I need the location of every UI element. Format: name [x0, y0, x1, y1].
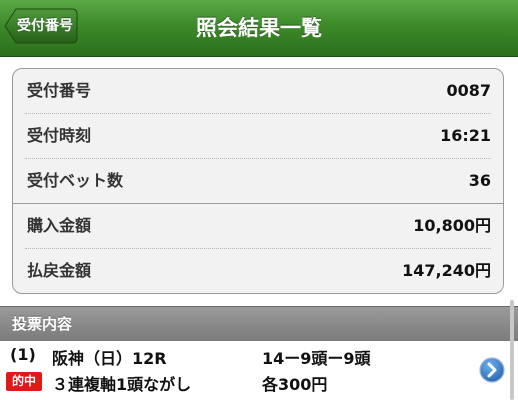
- scrollbar[interactable]: [510, 300, 514, 400]
- summary-row-receipt-number: 受付番号 0087: [27, 69, 491, 113]
- summary-label: 受付時刻: [27, 126, 92, 145]
- summary-label: 受付番号: [27, 81, 92, 100]
- page-title: 照会結果一覧: [196, 16, 322, 40]
- summary-row-receipt-time: 受付時刻 16:21: [27, 114, 491, 158]
- summary-value: 36: [468, 171, 491, 190]
- hit-badge: 的中: [6, 372, 42, 391]
- vote-amount: 各300円: [262, 375, 328, 394]
- summary-value: 10,800円: [413, 216, 491, 235]
- vote-section-header: 投票内容: [0, 306, 518, 342]
- vote-index: (1): [10, 345, 36, 364]
- summary-label: 払戻金額: [27, 261, 92, 280]
- summary-value: 0087: [446, 81, 491, 100]
- summary-row-payout-amount: 払戻金額 147,240円: [27, 249, 491, 293]
- vote-list-item[interactable]: (1) 阪神（日）12R 14ー9頭ー9頭 的中 ３連複軸1頭ながし 各300円: [0, 341, 518, 400]
- chevron-right-circle-icon[interactable]: [479, 357, 505, 383]
- summary-panel: 受付番号 0087 受付時刻 16:21 受付ベット数 36 購入金額 10,8…: [12, 68, 504, 294]
- summary-label: 購入金額: [27, 216, 92, 235]
- summary-row-bet-count: 受付ベット数 36: [27, 159, 491, 203]
- summary-label: 受付ベット数: [27, 171, 124, 190]
- vote-combination: 14ー9頭ー9頭: [262, 349, 371, 368]
- summary-value: 147,240円: [402, 261, 491, 280]
- app-header: 受付番号 照会結果一覧: [0, 0, 518, 57]
- summary-value: 16:21: [440, 126, 491, 145]
- vote-bet-type: ３連複軸1頭ながし: [52, 375, 192, 394]
- section-title: 投票内容: [12, 315, 73, 333]
- vote-venue: 阪神（日）12R: [52, 349, 167, 368]
- summary-row-purchase-amount: 購入金額 10,800円: [27, 204, 491, 248]
